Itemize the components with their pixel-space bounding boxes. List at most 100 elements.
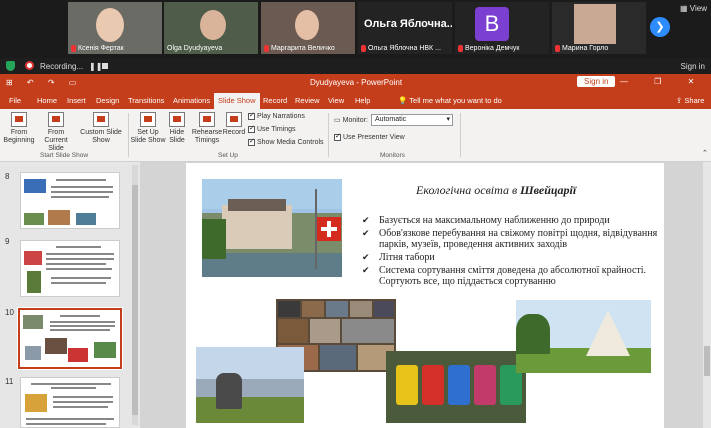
custom-slide-show-button[interactable]: Custom Slide Show (78, 112, 124, 145)
scrollbar-thumb[interactable] (704, 346, 710, 376)
share-button[interactable]: ⇪ Share (676, 96, 704, 105)
slide-scrollbar[interactable] (703, 162, 711, 428)
tab-insert[interactable]: Insert (67, 96, 86, 105)
slide-thumbnails-pane: 8 9 10 11 (0, 162, 140, 428)
use-timings-checkbox[interactable]: Use Timings (248, 124, 296, 133)
slide[interactable]: Екологічна освіта в Швейцарії ✔ Базується… (186, 163, 664, 428)
grid-icon: ▦ (680, 4, 688, 13)
swiss-flag (317, 217, 341, 241)
thumbnail-number: 11 (5, 377, 14, 386)
thumbnail-number: 8 (5, 172, 10, 181)
share-icon: ⇪ (676, 96, 683, 105)
participant-tile[interactable]: Ольга Яблочна... Ольга Яблочна НВК ... (358, 2, 452, 54)
collapse-ribbon-icon[interactable]: ⌃ (702, 149, 708, 157)
group-label-monitors: Monitors (380, 152, 405, 159)
checkbox-checked (248, 137, 255, 146)
slideshow-start-icon (11, 112, 27, 127)
next-page-button[interactable]: ❯ (650, 17, 670, 37)
record-button[interactable]: Record (222, 112, 246, 137)
avatar: B (475, 7, 509, 41)
record-icon (25, 61, 34, 70)
slide-bullet: ✔ Система сортування сміття доведена до а… (362, 265, 647, 287)
record-slide-icon (226, 112, 242, 127)
mic-muted-icon (71, 45, 76, 52)
title-bar: ⊞ ↶ ↷ ▭ Dyudyayeva - PowerPoint Sign in … (0, 74, 711, 91)
hide-slide-button[interactable]: Hide Slide (166, 112, 188, 145)
participant-tile[interactable]: B Вероніка Демчук (455, 2, 549, 54)
slide-photo-tipi (516, 300, 651, 373)
mic-muted-icon (458, 45, 463, 52)
participant-tile[interactable]: Марина Горло (552, 2, 646, 54)
slide-thumbnail[interactable] (20, 240, 120, 297)
checkmark-bullet-icon: ✔ (362, 228, 370, 238)
participant-video (295, 10, 319, 40)
view-button[interactable]: ▦ View (680, 4, 707, 13)
monitor-icon: ▭ (334, 117, 341, 124)
slide-photo-mountains (196, 347, 304, 423)
tab-help[interactable]: Help (355, 96, 370, 105)
thumbnail-number: 9 (5, 237, 10, 246)
quick-access-toolbar[interactable]: ⊞ ↶ ↷ ▭ (6, 78, 82, 87)
set-up-slide-show-button[interactable]: Set Up Slide Show (130, 112, 166, 145)
slide-photo-lake (202, 179, 342, 277)
group-label-setup: Set Up (218, 152, 238, 159)
checkmark-bullet-icon: ✔ (362, 215, 370, 225)
ribbon-divider (328, 113, 329, 157)
slideshow-current-icon (48, 112, 64, 127)
slide-thumbnail[interactable] (20, 172, 120, 229)
thumbnails-scrollbar[interactable] (132, 165, 138, 425)
show-media-controls-checkbox[interactable]: Show Media Controls (248, 137, 324, 146)
monitor-select[interactable]: Automatic (371, 114, 453, 126)
monitor-label: ▭ Monitor: (334, 116, 368, 125)
tab-animations[interactable]: Animations (173, 96, 210, 105)
thumbnail-number: 10 (5, 308, 14, 317)
tab-slide-show[interactable]: Slide Show (214, 93, 260, 109)
pause-button[interactable]: ❚❚ (89, 62, 102, 71)
participant-video (200, 10, 226, 40)
window-title: Dyudyayeva - PowerPoint (310, 78, 403, 87)
scrollbar-thumb[interactable] (132, 185, 138, 415)
use-presenter-view-checkbox[interactable]: Use Presenter View (334, 132, 405, 141)
sign-in-link[interactable]: Sign in (681, 62, 705, 71)
play-narrations-checkbox[interactable]: Play Narrations (248, 111, 305, 120)
participant-tile[interactable]: Ксенія Фертак (68, 2, 162, 54)
custom-show-icon (93, 112, 109, 127)
stop-button[interactable] (102, 63, 108, 69)
sign-in-button[interactable]: Sign in (577, 76, 616, 87)
lightbulb-icon: 💡 (398, 96, 408, 105)
slide-thumbnail[interactable] (20, 377, 120, 428)
tab-review[interactable]: Review (295, 96, 320, 105)
slide-title: Екологічна освіта в Швейцарії (416, 183, 577, 197)
window-controls[interactable]: — ❐ ✕ (620, 77, 706, 86)
tab-design[interactable]: Design (96, 96, 119, 105)
chevron-right-icon: ❯ (655, 21, 665, 33)
participant-video (96, 8, 124, 42)
slide-bullet: ✔ Базується на максимальному наближенню д… (362, 215, 610, 226)
participant-strip: Ксенія Фертак Olga Dyudyayeva Маргарита … (0, 0, 711, 58)
slide-thumbnail-selected[interactable] (17, 307, 123, 370)
checkbox-checked (248, 111, 255, 120)
ribbon-divider (460, 113, 461, 157)
tipi-shape (586, 310, 630, 356)
tab-file[interactable]: File (9, 96, 21, 105)
tab-record[interactable]: Record (263, 96, 287, 105)
tell-me-search[interactable]: 💡 Tell me what you want to do (398, 96, 502, 105)
tab-home[interactable]: Home (37, 96, 57, 105)
checkmark-bullet-icon: ✔ (362, 265, 370, 275)
ribbon-tabs: File Home Insert Design Transitions Anim… (0, 91, 711, 109)
group-label-start: Start Slide Show (40, 152, 89, 159)
participant-tile[interactable]: Маргарита Величко (261, 2, 355, 54)
mic-muted-icon (555, 45, 560, 52)
tab-transitions[interactable]: Transitions (128, 96, 164, 105)
rehearse-timings-button[interactable]: Rehearse Timings (191, 112, 223, 145)
slide-photo-recycling-bins (386, 351, 526, 423)
from-current-slide-button[interactable]: From Current Slide (37, 112, 75, 153)
shield-icon (6, 61, 15, 71)
ribbon: From Beginning From Current Slide Custom… (0, 109, 711, 162)
participant-photo (574, 4, 616, 44)
participant-tile[interactable]: Olga Dyudyayeva (164, 2, 258, 54)
slide-bullet: ✔ Літня табори (362, 252, 435, 263)
from-beginning-button[interactable]: From Beginning (3, 112, 35, 145)
recording-bar: Recording... ❚❚ Sign in (0, 58, 711, 74)
tab-view[interactable]: View (328, 96, 344, 105)
